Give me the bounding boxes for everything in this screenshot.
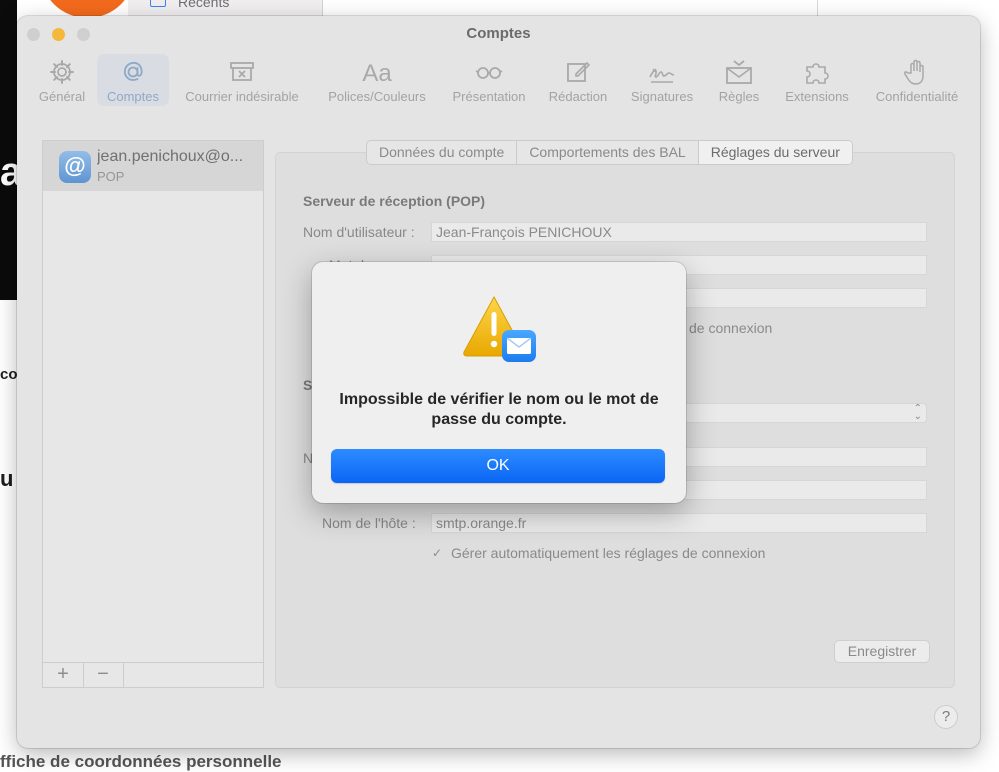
background-divider	[817, 0, 818, 17]
username-field[interactable]: Jean-François PENICHOUX	[431, 222, 927, 242]
background-bottom-text: ffiche de coordonnées personnelle	[0, 752, 282, 771]
toolbar-privacy-label: Confidentialité	[875, 89, 959, 104]
toolbar-presentation[interactable]: Présentation	[445, 54, 533, 106]
background-sidebar-label[interactable]: Récents	[178, 0, 229, 10]
junk-mail-icon	[230, 62, 254, 81]
manage-settings-label: Gérer automatiquement les réglages de co…	[451, 545, 766, 561]
select-arrows-icon: ⌃ ⌄	[913, 403, 922, 422]
accounts-list-footer: + −	[43, 662, 263, 687]
tab-server-settings[interactable]: Réglages du serveur	[697, 141, 852, 164]
toolbar-presentation-label: Présentation	[452, 89, 526, 104]
incoming-manage-settings-label: de connexion	[689, 320, 773, 336]
at-icon	[123, 61, 143, 81]
incoming-server-title: Serveur de réception (POP)	[303, 193, 486, 209]
toolbar-composing-label: Rédaction	[548, 89, 608, 104]
toolbar-junk-mail[interactable]: Courrier indésirable	[177, 54, 307, 106]
toolbar-extensions[interactable]: Extensions	[777, 54, 857, 106]
rules-icon	[726, 60, 752, 84]
background-text-fragment: co	[0, 366, 18, 383]
window-title: Comptes	[466, 25, 531, 42]
toolbar-rules-label: Règles	[718, 89, 760, 104]
alert-message: Impossible de vérifier le nom ou le mot …	[339, 391, 659, 428]
hand-icon	[904, 59, 924, 85]
account-name: jean.penichoux@o...	[97, 148, 244, 165]
outgoing-server-title: S	[303, 377, 313, 393]
toolbar-accounts-label: Comptes	[106, 89, 160, 104]
account-type: POP	[97, 169, 125, 184]
background-sidebar: Récents	[128, 0, 323, 17]
font-icon: Aa	[362, 60, 392, 87]
signature-icon	[649, 68, 675, 83]
recents-icon	[150, 0, 166, 7]
background-text-fragment: u	[0, 466, 14, 491]
toolbar-signatures[interactable]: Signatures	[623, 54, 701, 106]
toolbar-extensions-label: Extensions	[785, 89, 849, 104]
toolbar-rules[interactable]: Règles	[709, 54, 769, 106]
puzzle-icon	[806, 63, 829, 84]
ok-button[interactable]: OK	[331, 449, 665, 483]
toolbar-fonts-colors[interactable]: Aa Polices/Couleurs	[321, 54, 433, 106]
toolbar-general-label: Général	[38, 89, 86, 104]
toolbar-signatures-label: Signatures	[630, 89, 694, 104]
toolbar-accounts[interactable]: Comptes	[97, 54, 169, 106]
remove-account-button[interactable]: −	[83, 663, 124, 687]
gear-icon	[50, 60, 74, 84]
host-name-field[interactable]: smtp.orange.fr	[431, 513, 927, 533]
add-account-button[interactable]: +	[43, 663, 84, 687]
toolbar-privacy[interactable]: Confidentialité	[867, 54, 967, 106]
username-label: Nom d'utilisateur :	[303, 224, 415, 240]
toolbar-composing[interactable]: Rédaction	[543, 54, 613, 106]
account-row-selected[interactable]: @ jean.penichoux@o... POP	[43, 141, 263, 191]
toolbar-fonts-colors-label: Polices/Couleurs	[328, 89, 426, 104]
toolbar-general[interactable]: Général	[31, 54, 93, 106]
help-button[interactable]: ?	[934, 705, 958, 729]
account-tabs: Données du compte Comportements des BAL …	[366, 140, 853, 165]
host-name-label: Nom de l'hôte :	[322, 515, 416, 531]
tab-mailbox-behaviors[interactable]: Comportements des BAL	[516, 141, 697, 164]
account-at-icon: @	[59, 151, 91, 183]
manage-settings-checkbox[interactable]: ✓	[432, 547, 445, 560]
toolbar-junk-mail-label: Courrier indésirable	[185, 89, 299, 104]
accounts-list: @ jean.penichoux@o... POP + −	[42, 140, 264, 688]
compose-icon	[567, 61, 591, 82]
save-button[interactable]: Enregistrer	[834, 640, 930, 663]
warning-mail-icon	[463, 295, 536, 362]
error-alert-dialog: Impossible de vérifier le nom ou le mot …	[312, 262, 686, 503]
preferences-toolbar: Général Comptes Courrier indésirable Aa …	[17, 50, 980, 108]
glasses-icon	[475, 67, 503, 79]
tab-account-info[interactable]: Données du compte	[367, 141, 516, 164]
